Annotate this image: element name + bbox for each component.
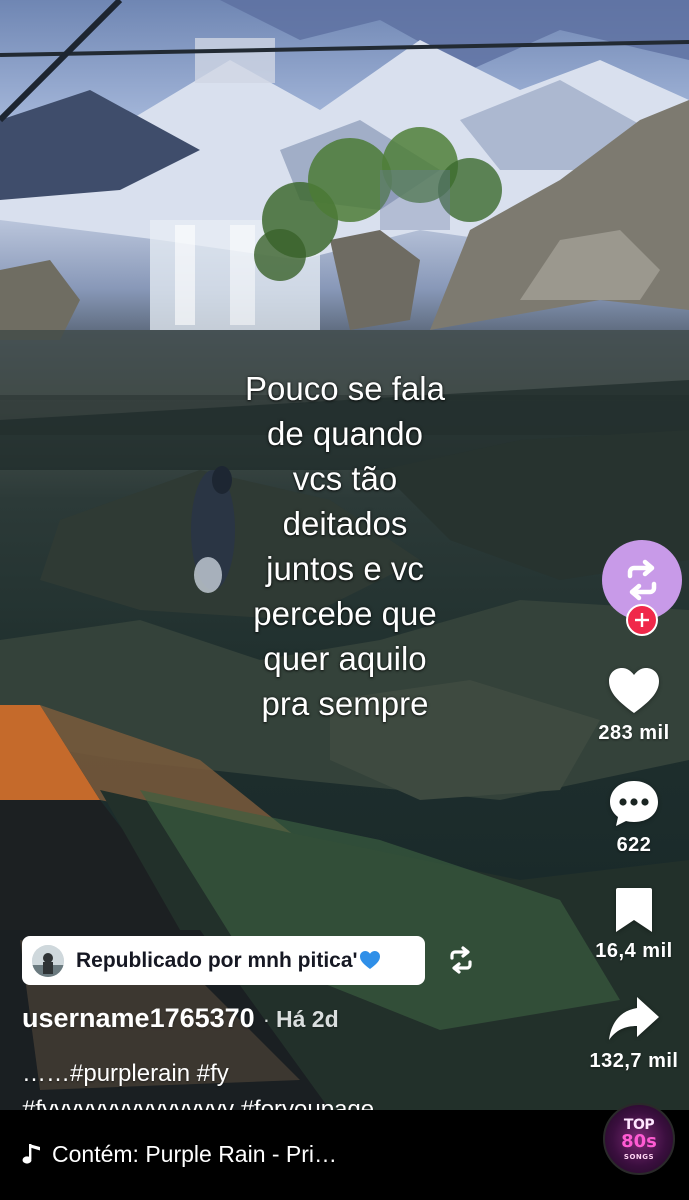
blue-heart-icon [359,950,380,969]
save-button[interactable]: 16,4 mil [579,886,689,963]
separator-dot: · [262,1007,271,1032]
caption-line: de quando [267,415,423,452]
caption-line: quer aquilo [263,640,427,677]
like-count: 283 mil [598,722,670,744]
reposted-by-pill[interactable]: Republicado por mnh pitica' [22,936,425,985]
description-line: ……#purplerain #fy [22,1060,229,1087]
share-button[interactable]: 132,7 mil [579,994,689,1073]
caption-line: deitados [282,505,408,542]
share-count: 132,7 mil [589,1050,679,1072]
reposted-by-text: Republicado por mnh pitica' [76,949,381,973]
heart-icon [609,668,659,713]
video-caption-text: Pouco se fala de quando vcs tão deitados… [200,366,490,726]
share-arrow-icon [609,997,659,1040]
plus-icon [635,613,649,627]
music-note-icon [22,1144,40,1164]
caption-line: vcs tão [292,460,398,497]
comment-button[interactable]: 622 [579,778,689,857]
caption-line: pra sempre [261,685,429,722]
music-info[interactable]: Contém: Purple Rain - Pri… [22,1141,337,1168]
author-username[interactable]: username1765370 [22,1003,255,1033]
disc-text-mid: 80s [621,1131,657,1152]
like-button[interactable]: 283 mil [579,666,689,745]
comment-bubble-icon [610,781,658,826]
author-line: username1765370 · Há 2d [22,1003,339,1034]
reposter-avatar [32,944,64,977]
save-count: 16,4 mil [595,940,673,962]
bookmark-icon [616,888,652,932]
music-disc[interactable]: TOP 80s SONGS [603,1103,675,1175]
disc-text-bottom: SONGS [623,1153,655,1161]
comment-count: 622 [616,834,652,856]
repost-arrows-icon [627,559,657,601]
caption-line: Pouco se fala [245,370,445,407]
post-time: Há 2d [276,1006,339,1032]
reposted-by-label: Republicado por mnh pitica' [76,948,358,972]
music-label: Contém: Purple Rain - Pri… [52,1141,338,1167]
repost-arrows-icon[interactable] [446,946,476,974]
caption-line: percebe que [253,595,437,632]
follow-plus-button[interactable] [626,604,658,636]
caption-line: juntos e vc [266,550,424,587]
